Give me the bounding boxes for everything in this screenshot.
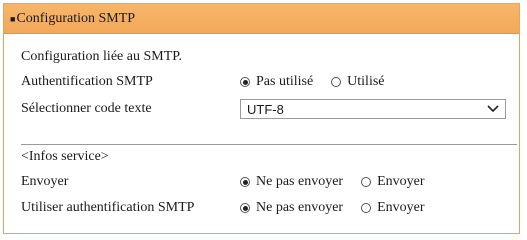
text-code-row: Sélectionner code texte UTF-8 — [21, 99, 517, 119]
text-code-select[interactable]: UTF-8 — [240, 99, 506, 119]
chevron-down-icon — [487, 102, 499, 116]
smtp-auth-row: Authentification SMTP Pas utilisé Utilis… — [21, 74, 517, 90]
send-option-do-not-send[interactable]: Ne pas envoyer — [240, 174, 343, 190]
send-radio-group: Ne pas envoyer Envoyer — [240, 174, 443, 190]
radio-label: Envoyer — [377, 174, 425, 189]
use-smtp-auth-row: Utiliser authentification SMTP Ne pas en… — [21, 200, 517, 216]
radio-unselected-icon[interactable] — [361, 203, 372, 213]
radio-label: Pas utilisé — [256, 74, 314, 89]
radio-selected-icon[interactable] — [240, 203, 250, 213]
radio-label: Envoyer — [377, 200, 425, 215]
description-row: Configuration liée au SMTP. — [21, 49, 517, 65]
panel-title: Configuration SMTP — [16, 10, 136, 26]
smtp-auth-option-used[interactable]: Utilisé — [331, 74, 385, 90]
radio-selected-icon[interactable] — [240, 77, 250, 87]
radio-unselected-icon[interactable] — [361, 177, 372, 187]
text-code-label: Sélectionner code texte — [21, 101, 152, 116]
radio-label: Utilisé — [347, 74, 385, 89]
use-smtp-auth-option-send[interactable]: Envoyer — [361, 200, 425, 216]
description-text: Configuration liée au SMTP. — [21, 49, 182, 64]
use-smtp-auth-radio-group: Ne pas envoyer Envoyer — [240, 200, 443, 216]
radio-selected-icon[interactable] — [240, 177, 250, 187]
service-info-row: <Infos service> — [21, 149, 517, 165]
radio-label: Ne pas envoyer — [256, 174, 344, 189]
panel-header: ■ Configuration SMTP — [4, 4, 519, 34]
text-code-value: UTF-8 — [247, 101, 284, 117]
radio-label: Ne pas envoyer — [256, 200, 344, 215]
send-option-send[interactable]: Envoyer — [361, 174, 425, 190]
use-smtp-auth-option-do-not-send[interactable]: Ne pas envoyer — [240, 200, 343, 216]
smtp-auth-option-not-used[interactable]: Pas utilisé — [240, 74, 313, 90]
send-label: Envoyer — [21, 174, 69, 189]
smtp-auth-radio-group: Pas utilisé Utilisé — [240, 74, 403, 90]
service-info-heading: <Infos service> — [21, 149, 109, 164]
section-divider — [21, 144, 517, 145]
send-row: Envoyer Ne pas envoyer Envoyer — [21, 174, 517, 190]
use-smtp-auth-label: Utiliser authentification SMTP — [21, 200, 195, 215]
square-bullet-icon: ■ — [10, 13, 16, 24]
smtp-auth-label: Authentification SMTP — [21, 74, 153, 89]
radio-unselected-icon[interactable] — [331, 77, 342, 87]
